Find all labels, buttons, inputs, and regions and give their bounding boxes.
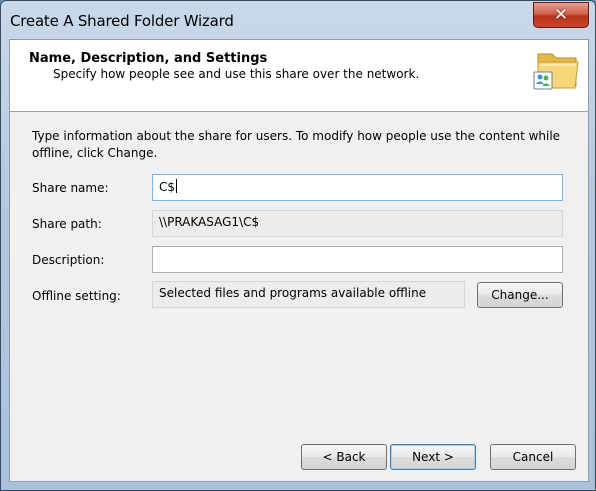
instructions-text: Type information about the share for use… [32,129,561,160]
page-subtitle: Specify how people see and use this shar… [53,67,420,81]
back-button[interactable]: < Back [301,444,387,470]
text-caret [176,179,178,193]
shared-folder-icon [533,53,579,90]
page-title: Name, Description, and Settings [29,51,268,66]
share-path-value: \\PRAKASAG1\C$ [159,215,260,229]
offline-setting-field: Selected files and programs available of… [152,281,465,308]
title-bar[interactable]: Create A Shared Folder Wizard ✕ [1,1,595,39]
share-path-field: \\PRAKASAG1\C$ [152,210,563,237]
description-label: Description: [32,253,105,267]
close-button[interactable]: ✕ [533,2,589,28]
offline-setting-value: Selected files and programs available of… [159,286,427,300]
share-name-label: Share name: [32,181,109,195]
offline-setting-label: Offline setting: [32,289,121,303]
wizard-client-area: Name, Description, and Settings Specify … [9,39,589,482]
change-button[interactable]: Change... [477,282,563,308]
next-button[interactable]: Next > [390,444,476,470]
wizard-header: Name, Description, and Settings Specify … [10,40,588,112]
close-icon: ✕ [553,5,569,25]
window-title: Create A Shared Folder Wizard [10,12,234,30]
share-name-value: C$ [159,180,176,194]
share-name-input[interactable]: C$ [152,174,563,201]
wizard-window: Create A Shared Folder Wizard ✕ Name, De… [0,0,596,491]
description-input[interactable] [152,246,563,273]
cancel-button[interactable]: Cancel [490,444,576,470]
share-path-label: Share path: [32,217,102,231]
